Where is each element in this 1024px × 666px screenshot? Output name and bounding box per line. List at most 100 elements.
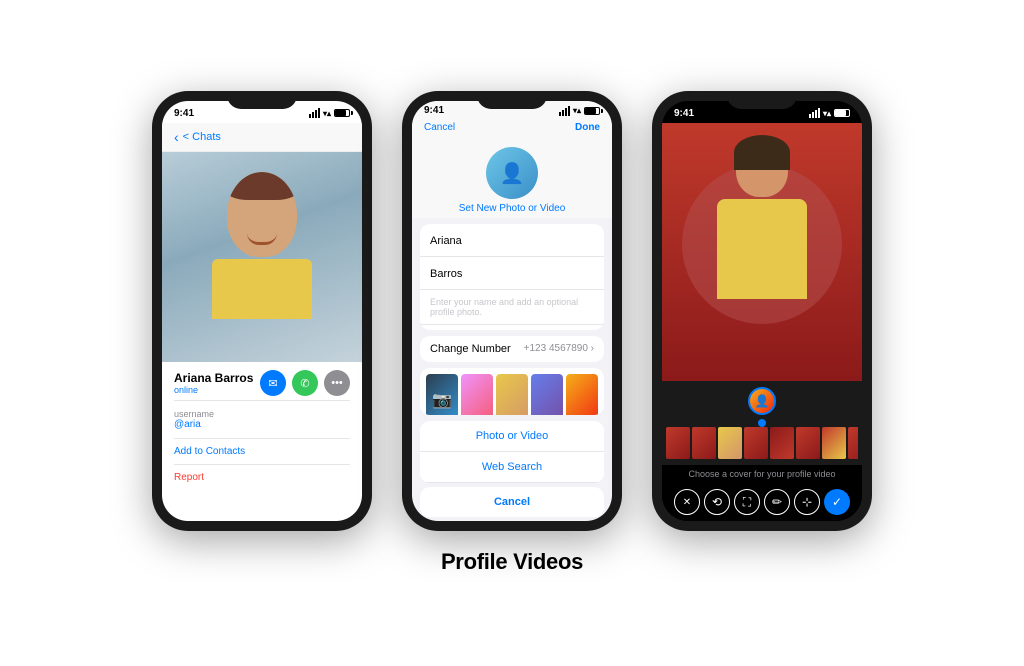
wifi-icon-3: ▾▴ — [823, 109, 831, 118]
film-frame-3[interactable] — [718, 427, 742, 459]
battery-3 — [834, 109, 850, 117]
page-title: Profile Videos — [441, 549, 583, 575]
film-frame-5[interactable] — [770, 427, 794, 459]
status-icons-2: ▾▴ — [559, 106, 600, 116]
phone1-info: Ariana Barros online ✉ ✆ ••• — [162, 362, 362, 490]
first-name-input[interactable] — [430, 235, 594, 247]
nav-chats-label[interactable]: < Chats — [183, 131, 221, 143]
film-frame-6[interactable] — [796, 427, 820, 459]
phone2-nav: Cancel Done — [412, 118, 612, 139]
last-name-input[interactable] — [430, 268, 594, 280]
dot-blue — [758, 419, 766, 427]
form-section: Enter your name and add an optional prof… — [420, 224, 604, 330]
camera-thumb[interactable]: 📷 — [426, 374, 458, 415]
photo-grid: 📷 — [420, 368, 604, 415]
back-arrow-icon[interactable]: ‹ — [174, 129, 179, 145]
phone1-screen: 9:41 ▾▴ ‹ < Chats — [162, 101, 362, 521]
video-person — [682, 141, 842, 381]
set-photo-button[interactable]: Set New Photo or Video — [459, 203, 566, 214]
adjust-tool-button[interactable]: ⊹ — [794, 489, 820, 515]
battery-2 — [584, 107, 600, 115]
divider-3 — [174, 464, 350, 465]
time-2: 9:41 — [424, 105, 444, 116]
done-button[interactable]: Done — [575, 122, 600, 133]
phone2-screen: 9:41 ▾▴ Cancel Done — [412, 101, 612, 521]
notch-1 — [227, 91, 297, 109]
change-number-value: +123 4567890 › — [524, 343, 594, 354]
phone-3: 9:41 ▾▴ — [652, 91, 872, 531]
web-search-button[interactable]: Web Search — [420, 452, 604, 483]
contact-name: Ariana Barros — [174, 371, 253, 385]
film-frame-8[interactable] — [848, 427, 858, 459]
username-row: username @aria — [174, 405, 350, 434]
contact-row: Ariana Barros online ✉ ✆ ••• — [174, 370, 350, 396]
battery-1 — [334, 109, 350, 117]
profile-avatar[interactable]: 👤 — [486, 147, 538, 199]
phone-1: 9:41 ▾▴ ‹ < Chats — [152, 91, 372, 531]
phone-2: 9:41 ▾▴ Cancel Done — [402, 91, 622, 531]
phone3-screen: 9:41 ▾▴ — [662, 101, 862, 521]
action-buttons: ✉ ✆ ••• — [260, 370, 350, 396]
filmstrip[interactable] — [666, 427, 858, 459]
more-icon: ••• — [331, 377, 343, 389]
confirm-tool-button[interactable]: ✓ — [824, 489, 850, 515]
name-hint-field: Enter your name and add an optional prof… — [420, 290, 604, 325]
filmstrip-area: 👤 — [662, 381, 862, 465]
face-oval — [227, 172, 297, 257]
divider-2 — [174, 438, 350, 439]
phone-icon: ✆ — [300, 377, 309, 390]
action-sheet: Photo or Video Web Search Log Out — [420, 421, 604, 483]
message-button[interactable]: ✉ — [260, 370, 286, 396]
mini-avatar: 👤 — [748, 387, 776, 415]
photo-thumb-2[interactable] — [496, 374, 528, 415]
photo-thumb-1[interactable] — [461, 374, 493, 415]
flip-tool-button[interactable]: ⛶ — [734, 489, 760, 515]
status-icons-3: ▾▴ — [809, 108, 850, 118]
brush-tool-button[interactable]: ✏ — [764, 489, 790, 515]
photo-thumb-4[interactable] — [566, 374, 598, 415]
change-number-row[interactable]: Change Number +123 4567890 › — [420, 336, 604, 362]
editor-tools: ✕ ⟲ ⛶ ✏ ⊹ ✓ — [662, 483, 862, 521]
photo-video-button[interactable]: Photo or Video — [420, 421, 604, 452]
username-label: username — [174, 409, 350, 419]
phone3-video — [662, 123, 862, 381]
cancel-tool-button[interactable]: ✕ — [674, 489, 700, 515]
notch-3 — [727, 91, 797, 109]
last-name-field — [420, 257, 604, 290]
status-icons-1: ▾▴ — [309, 108, 350, 118]
rotate-tool-button[interactable]: ⟲ — [704, 489, 730, 515]
divider-1 — [174, 400, 350, 401]
film-frame-7[interactable] — [822, 427, 846, 459]
film-frame-4[interactable] — [744, 427, 768, 459]
phones-row: 9:41 ▾▴ ‹ < Chats — [152, 91, 872, 531]
phone1-nav: ‹ < Chats — [162, 123, 362, 152]
cover-text: Choose a cover for your profile video — [662, 465, 862, 483]
photo-thumb-3[interactable] — [531, 374, 563, 415]
report-link[interactable]: Report — [174, 469, 350, 486]
photo-thumbnails: 📷 — [426, 374, 598, 415]
profile-pic-area: 👤 Set New Photo or Video — [412, 139, 612, 218]
contact-info: Ariana Barros online — [174, 371, 253, 395]
username-value: @aria — [174, 419, 350, 430]
bio-field: Bio Any details such as age, occupation … — [420, 325, 604, 330]
film-frame-2[interactable] — [692, 427, 716, 459]
notch-2 — [477, 91, 547, 109]
wifi-icon-1: ▾▴ — [323, 109, 331, 118]
add-contacts-link[interactable]: Add to Contacts — [174, 443, 350, 460]
first-name-field — [420, 224, 604, 257]
change-number-label: Change Number — [430, 343, 511, 355]
call-button[interactable]: ✆ — [292, 370, 318, 396]
name-hint: Enter your name and add an optional prof… — [430, 297, 594, 317]
contact-status: online — [174, 385, 253, 395]
contact-photo — [212, 172, 312, 319]
film-frame-1[interactable] — [666, 427, 690, 459]
wifi-icon-2: ▾▴ — [573, 106, 581, 115]
time-3: 9:41 — [674, 108, 694, 119]
phone1-photo — [162, 152, 362, 362]
cancel-sheet-button[interactable]: Cancel — [420, 487, 604, 517]
more-button[interactable]: ••• — [324, 370, 350, 396]
signal-bars-1 — [309, 108, 320, 118]
time-1: 9:41 — [174, 108, 194, 119]
message-icon: ✉ — [268, 377, 277, 390]
cancel-nav-button[interactable]: Cancel — [424, 122, 455, 133]
